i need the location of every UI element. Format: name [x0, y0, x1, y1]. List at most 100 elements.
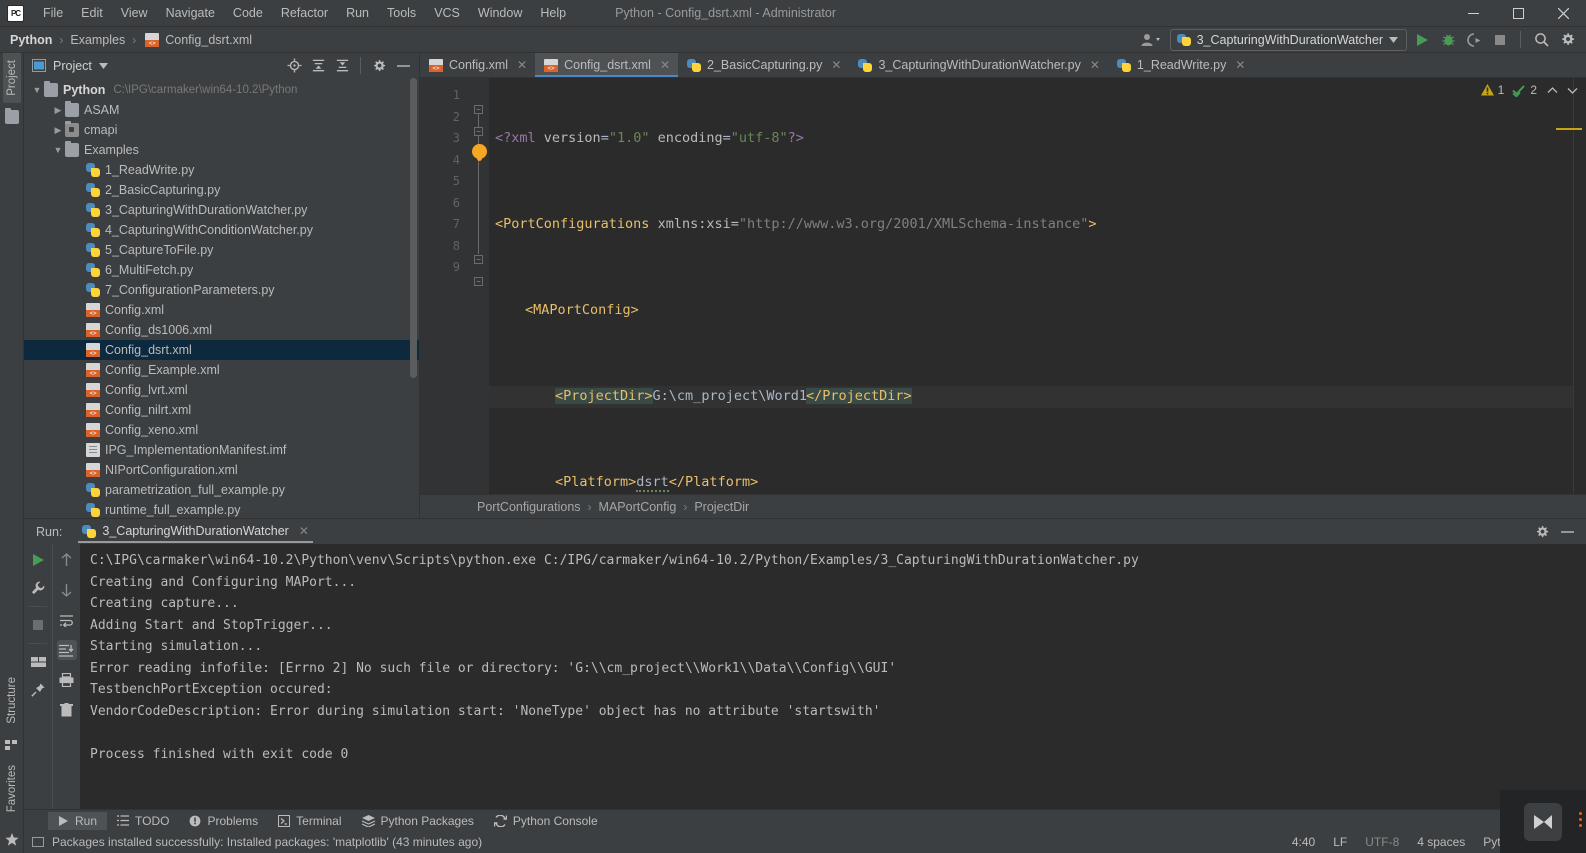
- menu-run[interactable]: Run: [337, 3, 378, 23]
- trash-icon[interactable]: [57, 700, 77, 720]
- scroll-to-end-icon[interactable]: [56, 640, 77, 660]
- intention-bulb-icon[interactable]: [472, 144, 487, 159]
- gear-icon[interactable]: [368, 55, 390, 77]
- project-strip-icon[interactable]: [2, 103, 22, 126]
- caret-position[interactable]: 4:40: [1292, 835, 1315, 849]
- fold-marker-root-end[interactable]: −: [474, 277, 483, 286]
- menu-edit[interactable]: Edit: [72, 3, 112, 23]
- maximize-button[interactable]: [1496, 0, 1541, 27]
- hide-panel-icon[interactable]: [392, 55, 414, 77]
- tool-tab-terminal[interactable]: Terminal: [268, 812, 351, 830]
- run-session-tab[interactable]: 3_CapturingWithDurationWatcher ✕: [78, 521, 313, 543]
- tree-item[interactable]: 1_ReadWrite.py: [24, 160, 419, 180]
- chevron-down-icon[interactable]: ▼: [30, 85, 44, 95]
- stop-button-icon[interactable]: [1489, 29, 1511, 51]
- breadcrumb-portconfigurations[interactable]: PortConfigurations: [477, 500, 581, 514]
- tree-item[interactable]: Config_xeno.xml: [24, 420, 419, 440]
- menu-navigate[interactable]: Navigate: [157, 3, 224, 23]
- run-button-icon[interactable]: [1411, 29, 1433, 51]
- tool-tab-todo[interactable]: TODO: [107, 812, 179, 830]
- stop-icon[interactable]: [28, 615, 48, 635]
- fold-marker-root[interactable]: −: [474, 105, 483, 114]
- file-encoding[interactable]: UTF-8: [1365, 835, 1399, 849]
- tool-tab-problems[interactable]: Problems: [179, 812, 268, 830]
- structure-strip-icon[interactable]: [2, 731, 21, 758]
- tree-item[interactable]: Config_dsrt.xml: [24, 340, 419, 360]
- tree-item[interactable]: IPG_ImplementationManifest.imf: [24, 440, 419, 460]
- close-icon[interactable]: ✕: [517, 58, 527, 72]
- tool-tab-python-console[interactable]: Python Console: [484, 812, 608, 830]
- soft-wrap-icon[interactable]: [57, 610, 77, 630]
- breadcrumb-current-file[interactable]: Config_dsrt.xml: [165, 33, 252, 47]
- close-icon[interactable]: ✕: [1235, 58, 1245, 72]
- message-icon[interactable]: [32, 836, 44, 848]
- chevron-right-icon[interactable]: ▶: [51, 105, 65, 116]
- sidebar-item-favorites[interactable]: Favorites: [3, 758, 21, 819]
- menu-tools[interactable]: Tools: [378, 3, 425, 23]
- gear-icon[interactable]: [1556, 29, 1578, 51]
- chevron-down-icon[interactable]: [98, 62, 108, 69]
- sidebar-item-project[interactable]: Project: [2, 53, 21, 103]
- minimize-button[interactable]: [1451, 0, 1496, 27]
- menu-vcs[interactable]: VCS: [425, 3, 469, 23]
- menu-refactor[interactable]: Refactor: [272, 3, 337, 23]
- editor-tab[interactable]: Config_dsrt.xml ✕: [535, 53, 679, 77]
- tree-item[interactable]: 6_MultiFetch.py: [24, 260, 419, 280]
- tree-item[interactable]: ▼ Examples: [24, 140, 419, 160]
- breadcrumb-examples[interactable]: Examples: [70, 33, 125, 47]
- pin-icon[interactable]: [28, 680, 48, 700]
- tree-item[interactable]: 4_CapturingWithConditionWatcher.py: [24, 220, 419, 240]
- chevron-down-icon[interactable]: ▼: [51, 145, 65, 155]
- editor-tab[interactable]: 1_ReadWrite.py ✕: [1108, 53, 1253, 77]
- run-console-output[interactable]: C:\IPG\carmaker\win64-10.2\Python\venv\S…: [80, 544, 1586, 809]
- tree-item[interactable]: Config_nilrt.xml: [24, 400, 419, 420]
- fold-marker-maport[interactable]: −: [474, 127, 483, 136]
- menu-view[interactable]: View: [112, 3, 157, 23]
- user-account-icon[interactable]: [1136, 29, 1166, 51]
- chevron-down-icon[interactable]: [1567, 86, 1578, 95]
- tree-item[interactable]: Config_Example.xml: [24, 360, 419, 380]
- debug-button-icon[interactable]: [1437, 29, 1459, 51]
- tree-item[interactable]: Config.xml: [24, 300, 419, 320]
- breadcrumb-maportconfig[interactable]: MAPortConfig: [599, 500, 677, 514]
- tree-item[interactable]: 3_CapturingWithDurationWatcher.py: [24, 200, 419, 220]
- editor-tab[interactable]: 2_BasicCapturing.py ✕: [678, 53, 849, 77]
- tree-item[interactable]: 2_BasicCapturing.py: [24, 180, 419, 200]
- tree-item[interactable]: ▶ cmapi: [24, 120, 419, 140]
- editor-marker-gutter[interactable]: [1573, 78, 1586, 494]
- widget-drag-handle[interactable]: [1579, 812, 1582, 827]
- tree-item[interactable]: runtime_full_example.py: [24, 500, 419, 518]
- locate-icon[interactable]: [283, 55, 305, 77]
- breadcrumb-project[interactable]: Python: [10, 33, 52, 47]
- tree-item[interactable]: Config_ds1006.xml: [24, 320, 419, 340]
- tree-item[interactable]: ▶ ASAM: [24, 100, 419, 120]
- close-icon[interactable]: ✕: [660, 58, 670, 72]
- gear-icon[interactable]: [1531, 521, 1553, 543]
- editor-tab[interactable]: Config.xml ✕: [420, 53, 535, 77]
- search-everywhere-icon[interactable]: [1530, 29, 1552, 51]
- code-content[interactable]: <?xml version="1.0" encoding="utf-8"?> <…: [489, 78, 1573, 494]
- close-icon[interactable]: ✕: [831, 58, 841, 72]
- tool-tab-run[interactable]: Run: [48, 811, 108, 830]
- tree-item[interactable]: 5_CaptureToFile.py: [24, 240, 419, 260]
- tree-item[interactable]: 7_ConfigurationParameters.py: [24, 280, 419, 300]
- menu-file[interactable]: File: [34, 3, 72, 23]
- editor-tab[interactable]: 3_CapturingWithDurationWatcher.py ✕: [849, 53, 1107, 77]
- screen-recorder-widget[interactable]: [1500, 790, 1586, 853]
- layout-icon[interactable]: [28, 652, 48, 672]
- close-button[interactable]: [1541, 0, 1586, 27]
- menu-code[interactable]: Code: [224, 3, 272, 23]
- fold-marker-maport-end[interactable]: −: [474, 255, 483, 264]
- project-tree-scrollbar[interactable]: [410, 78, 417, 378]
- favorites-strip-icon[interactable]: [2, 819, 22, 853]
- tree-item[interactable]: Config_lvrt.xml: [24, 380, 419, 400]
- collapse-all-icon[interactable]: [331, 55, 353, 77]
- breadcrumb-projectdir[interactable]: ProjectDir: [694, 500, 749, 514]
- scroll-down-icon[interactable]: [57, 580, 77, 600]
- sidebar-item-structure[interactable]: Structure: [3, 670, 21, 731]
- menu-window[interactable]: Window: [469, 3, 531, 23]
- status-message[interactable]: Packages installed successfully: Install…: [52, 835, 482, 849]
- tree-item[interactable]: NIPortConfiguration.xml: [24, 460, 419, 480]
- chevron-right-icon[interactable]: ▶: [51, 125, 65, 136]
- tree-item[interactable]: parametrization_full_example.py: [24, 480, 419, 500]
